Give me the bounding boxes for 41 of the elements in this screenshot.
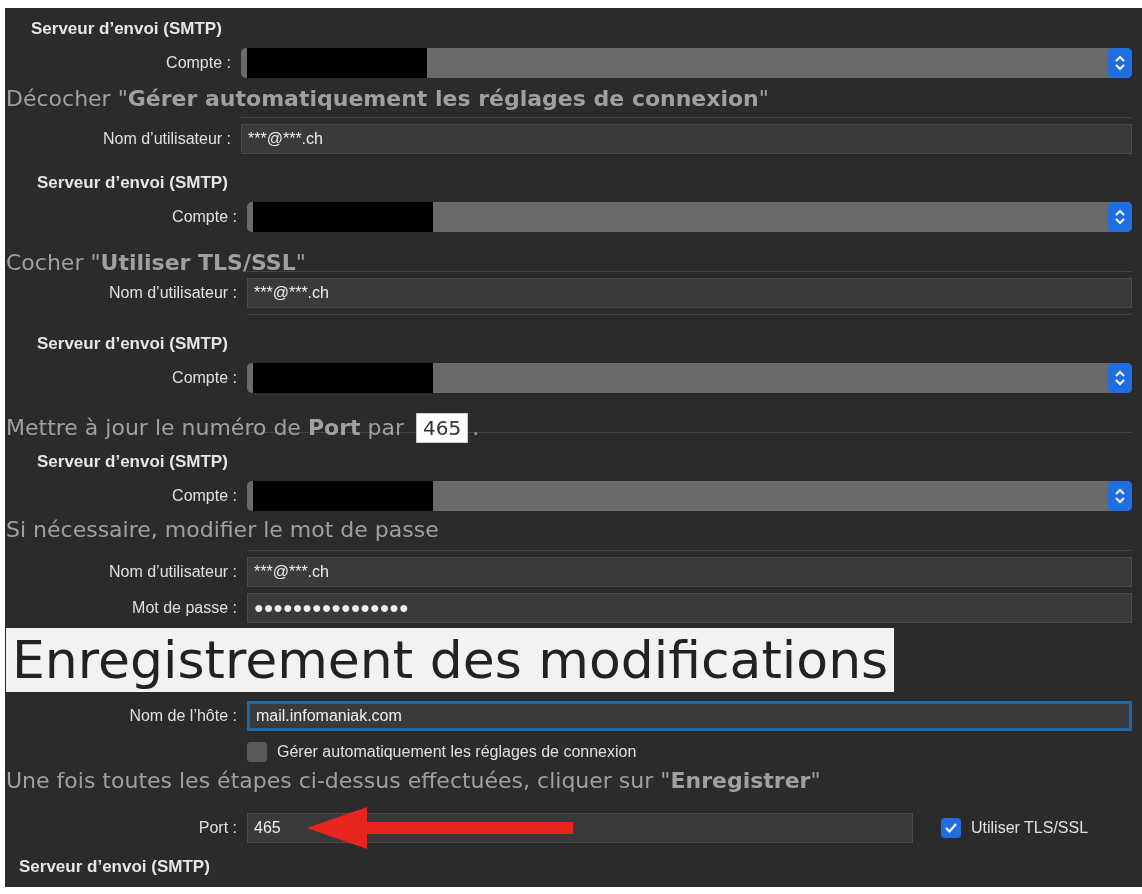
instruction-text: Mettre à jour le numéro de Port par — [6, 414, 404, 442]
checkbox-label: Utiliser TLS/SSL — [971, 819, 1089, 837]
checkmark-icon — [944, 821, 958, 835]
field-label: Compte : — [171, 487, 237, 505]
instruction-text: Décocher "Gérer automatiquement les réglages de connexion" — [6, 85, 769, 113]
field-label: Compte : — [171, 208, 237, 226]
field-label: Compte : — [165, 54, 231, 72]
account-dropdown[interactable] — [247, 481, 1132, 511]
checkbox[interactable] — [247, 742, 267, 762]
code-value: 465 — [416, 413, 469, 443]
field-label: Nom d’utilisateur : — [101, 130, 231, 148]
instruction-text: . — [472, 414, 480, 442]
account-dropdown[interactable] — [241, 48, 1132, 78]
field-label: Nom d’utilisateur : — [107, 563, 237, 581]
instruction-text: Si nécessaire, modifier le mot de passe — [6, 516, 439, 544]
stepper-icon — [1108, 48, 1132, 78]
checkbox[interactable] — [941, 818, 961, 838]
section-heading: Serveur d’envoi (SMTP) — [37, 451, 229, 473]
checkbox-label: Gérer automatiquement les réglages de connexion — [277, 743, 637, 761]
account-dropdown[interactable] — [247, 202, 1132, 232]
input-field[interactable]: ●●●●●●●●●●●●●●●● — [247, 593, 1132, 623]
stepper-icon — [1108, 481, 1132, 511]
section-heading: Serveur d’envoi (SMTP) — [19, 856, 211, 878]
field-label: Nom d’utilisateur : — [107, 284, 237, 302]
input-field[interactable]: ***@***.ch — [241, 124, 1132, 154]
instruction-text: Cocher "Utiliser TLS/SSL" — [6, 249, 306, 277]
input-field[interactable]: mail.infomaniak.com — [247, 701, 1132, 731]
stepper-icon — [1108, 363, 1132, 393]
stepper-icon — [1108, 202, 1132, 232]
input-field[interactable]: ***@***.ch — [247, 557, 1132, 587]
field-label: Mot de passe : — [131, 599, 237, 617]
section-heading: Serveur d’envoi (SMTP) — [31, 18, 223, 40]
instruction-text: Une fois toutes les étapes ci-dessus effectuées, cliquer sur "Enregistrer" — [6, 767, 821, 795]
field-label: Port : — [197, 819, 237, 837]
field-label: Nom de l’hôte : — [128, 707, 237, 725]
section-heading: Serveur d’envoi (SMTP) — [37, 333, 229, 355]
section-heading: Serveur d’envoi (SMTP) — [37, 172, 229, 194]
section-title: Enregistrement des modifications — [6, 628, 895, 692]
field-label: Compte : — [171, 369, 237, 387]
account-dropdown[interactable] — [247, 363, 1132, 393]
input-field[interactable]: ***@***.ch — [247, 278, 1132, 308]
